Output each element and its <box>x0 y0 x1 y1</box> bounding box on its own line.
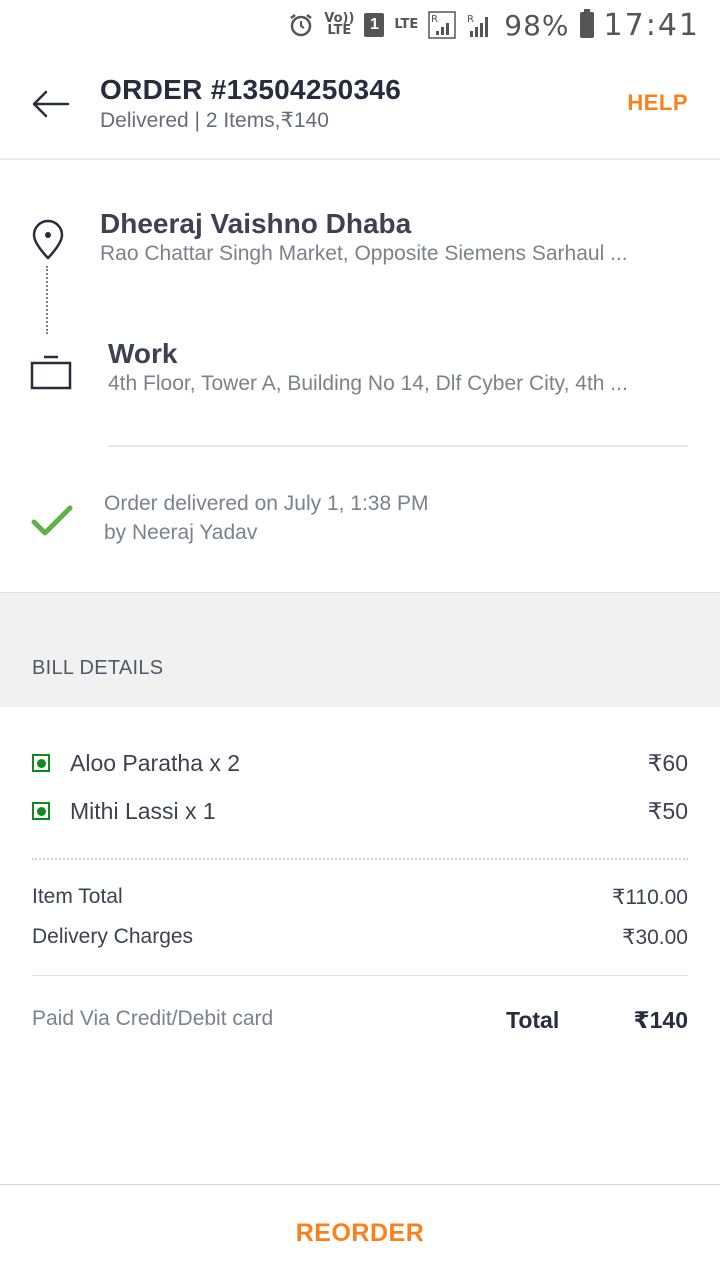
divider <box>32 858 688 860</box>
reorder-button[interactable]: REORDER <box>0 1185 720 1280</box>
route-line <box>46 266 48 334</box>
briefcase-icon <box>30 354 74 390</box>
delivery-status: Order delivered on July 1, 1:38 PM <box>104 492 429 515</box>
order-subtitle: Delivered | 2 Items,₹140 <box>100 109 329 132</box>
list-item: Mithi Lassi x 1 ₹50 <box>32 794 688 828</box>
bill-details-title: BILL DETAILS <box>32 657 164 679</box>
signal-icon-2: R <box>466 11 494 39</box>
delivery-charges-value: ₹30.00 <box>622 926 688 949</box>
sim-slot-indicator: 1 <box>364 13 385 37</box>
svg-text:R: R <box>431 14 438 25</box>
svg-text:R: R <box>467 14 474 25</box>
back-button[interactable] <box>28 82 72 126</box>
list-item: Aloo Paratha x 2 ₹60 <box>32 746 688 780</box>
volte-indicator: Vo)) LTE <box>324 11 355 38</box>
clock: 17:41 <box>603 7 700 43</box>
order-title: ORDER #13504250346 <box>100 74 402 105</box>
location-pin-icon <box>30 218 66 260</box>
item-total-value: ₹110.00 <box>611 886 688 909</box>
bill-details-header: BILL DETAILS <box>0 592 720 707</box>
delivery-charges-row: Delivery Charges ₹30.00 <box>32 925 688 950</box>
help-button[interactable]: HELP <box>627 90 688 116</box>
restaurant-name: Dheeraj Vaishno Dhaba <box>100 208 412 239</box>
item-name: Mithi Lassi x 1 <box>70 797 216 824</box>
payment-method: Paid Via Credit/Debit card <box>32 1007 274 1030</box>
veg-icon <box>32 754 50 772</box>
destination-address: 4th Floor, Tower A, Building No 14, Dlf … <box>108 372 628 395</box>
battery-icon <box>579 9 594 38</box>
alarm-icon <box>288 12 314 38</box>
item-total-row: Item Total ₹110.00 <box>32 885 688 910</box>
back-arrow-icon <box>32 90 70 118</box>
divider <box>108 445 688 447</box>
item-price: ₹50 <box>647 797 688 824</box>
status-bar: Vo)) LTE 1 LTE R R 98% 17:41 <box>0 0 720 50</box>
lte-indicator: LTE <box>394 17 419 32</box>
checkmark-icon <box>30 500 74 540</box>
footer: REORDER <box>0 1184 720 1280</box>
total-label: Total <box>506 1007 560 1033</box>
total-value: ₹140 <box>633 1007 688 1033</box>
destination-title: Work <box>108 338 178 369</box>
divider <box>32 975 688 976</box>
delivery-charges-label: Delivery Charges <box>32 925 194 948</box>
item-name: Aloo Paratha x 2 <box>70 749 241 776</box>
order-header: ORDER #13504250346 Delivered | 2 Items,₹… <box>0 60 720 160</box>
battery-percentage: 98% <box>504 8 570 42</box>
item-total-label: Item Total <box>32 885 123 908</box>
restaurant-address: Rao Chattar Singh Market, Opposite Sieme… <box>100 242 628 265</box>
veg-icon <box>32 802 50 820</box>
item-price: ₹60 <box>647 749 688 776</box>
signal-icon: R <box>428 11 457 39</box>
delivery-person: by Neeraj Yadav <box>104 521 258 544</box>
